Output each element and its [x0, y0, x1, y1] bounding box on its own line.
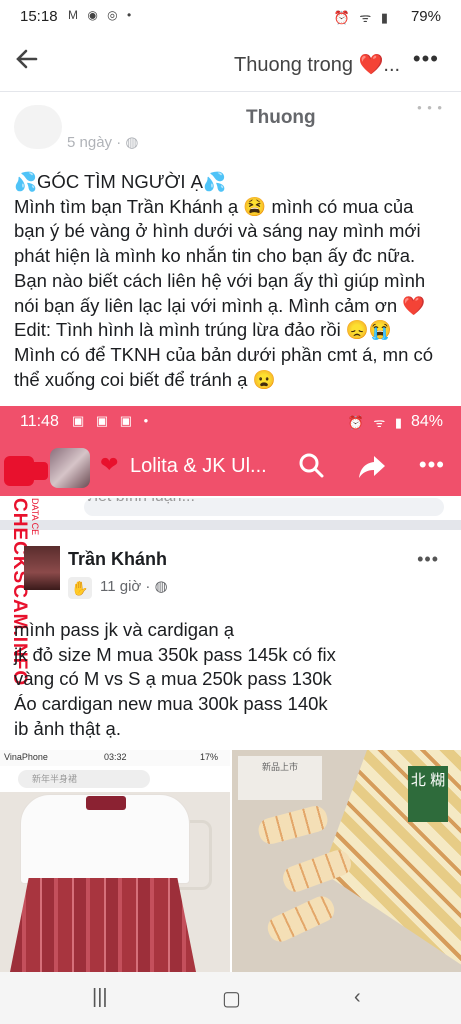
post-body: 💦GÓC TÌM NGƯỜI Ạ💦 Mình tìm bạn Trần Khán… — [14, 170, 456, 392]
seller-post-line: jk đỏ size M mua 350k pass 145k có fix — [14, 643, 336, 665]
plaid-skirt — [10, 878, 196, 972]
search-icon — [299, 453, 324, 478]
photo-carrier: VinaPhone — [4, 752, 48, 762]
home-icon[interactable]: ▢ — [222, 986, 241, 1011]
post-author[interactable]: Thuong — [246, 107, 316, 129]
red-bow — [86, 796, 126, 810]
navigation-bar: ||| ▢ ‹ — [0, 972, 461, 1024]
attached-screenshot[interactable]: 11:48 ▣ ▣ ▣ • ⏰ ᯤ ▮ 84% ❤ Lolita & JK Ul… — [0, 406, 461, 972]
photo-search-bar: 新年半身裙 — [18, 770, 150, 788]
seller-post-options-icon: ••• — [417, 549, 439, 569]
heart-icon: ❤ — [100, 452, 119, 477]
post-meta: 5 ngày · ◍ — [67, 133, 138, 151]
share-icon — [359, 456, 385, 478]
watermark-lock-icon — [28, 462, 48, 480]
screenshot-battery: 84% — [410, 413, 443, 430]
seller-post-line: ib ảnh thật ạ. — [14, 717, 121, 739]
photo-battery: 17% — [200, 752, 219, 762]
bow-tie — [255, 803, 331, 847]
post-line: Mình tìm bạn Trần Khánh ạ 😫 mình có mua … — [14, 195, 414, 217]
photo-banner: 新品上市 — [238, 756, 322, 800]
section-divider — [0, 520, 461, 530]
group-more-icon: ••• — [418, 452, 445, 477]
seller-post-time: 11 giờ · — [100, 578, 151, 595]
seller-avatar — [24, 546, 60, 590]
photo-yellow-plaid: 新品上市 北 糊 — [232, 750, 461, 972]
group-avatar — [50, 448, 90, 488]
bow-tie — [279, 846, 355, 896]
watermark-subtext: DATA CE — [30, 498, 40, 536]
app-bar: Thuong trong ❤️... ••• — [0, 34, 461, 92]
photo-red-skirt: VinaPhone 03:32 17% 新年半身裙 — [0, 750, 230, 972]
screenshot-status-time: 11:48 — [20, 413, 59, 430]
wave-badge-icon: ✋ — [68, 577, 92, 599]
screenshot-status-bar: 11:48 ▣ ▣ ▣ • ⏰ ᯤ ▮ 84% — [0, 406, 461, 440]
seller-post-meta: 11 giờ · ◍ — [100, 577, 168, 595]
screenshot-notification-icons: ▣ ▣ ▣ • — [72, 413, 153, 428]
post-line: nói bạn ấy liên lạc lại với mình ạ. Mình… — [14, 294, 426, 316]
nav-back-icon[interactable]: ‹ — [354, 986, 361, 1009]
seller-post-body: mình pass jk và cardigan ạ jk đỏ size M … — [14, 618, 454, 742]
seller-name: Trần Khánh — [68, 549, 168, 569]
seller-post-line: mình pass jk và cardigan ạ — [14, 619, 235, 640]
post-line: Bạn nào biết cách liên hệ với bạn ấy thì… — [14, 269, 426, 291]
post-time: 5 ngày · — [67, 134, 122, 151]
status-time: 15:18 — [20, 8, 58, 25]
globe-icon: ◍ — [154, 578, 168, 595]
photo-time: 03:32 — [104, 752, 127, 762]
seller-post-line: Áo cardigan new mua 300k pass 140k — [14, 693, 328, 715]
bow-tie — [263, 892, 339, 946]
post-line: 💦GÓC TÌM NGƯỜI Ạ💦 — [14, 171, 227, 192]
battery-level: 79% — [410, 8, 441, 25]
seller-post-line: vàng có M vs S ạ mua 250k pass 130k — [14, 668, 332, 690]
notification-icons: M ◉ ◎ • — [68, 8, 135, 22]
page-title: Thuong trong ❤️... — [234, 54, 401, 76]
back-arrow-icon[interactable] — [14, 46, 44, 76]
author-avatar[interactable] — [14, 105, 62, 149]
globe-icon: ◍ — [125, 134, 139, 151]
recent-apps-icon[interactable]: ||| — [92, 986, 108, 1009]
post-line: thể xuống coi biết để tránh ạ 😦 — [14, 368, 276, 390]
group-title: Lolita & JK Ul... — [130, 455, 267, 477]
comment-composer-peek: Viết bình luận... — [84, 498, 444, 516]
screenshot-system-icons: ⏰ ᯤ ▮ — [347, 415, 405, 430]
photo-tag: 北 糊 — [408, 766, 448, 822]
more-options-icon[interactable]: ••• — [413, 46, 439, 72]
post-line: Mình có để TKNH của bản dưới phần cmt á,… — [14, 343, 434, 365]
post-line: Edit: Tình hình là mình trúng lừa đảo rồ… — [14, 319, 392, 341]
post-line: bạn ý bé vàng ở hình dưới và sáng nay mì… — [14, 220, 421, 242]
status-bar: 15:18 M ◉ ◎ • ⏰ ᯤ ▮ 79% — [0, 0, 461, 34]
group-app-bar: ❤ Lolita & JK Ul... ••• — [0, 440, 461, 496]
system-icons: ⏰ ᯤ ▮ — [333, 10, 391, 25]
post-line: phát hiện là mình ko nhắn tin cho bạn ấy… — [14, 245, 416, 267]
post-options-icon[interactable]: • • • — [417, 100, 443, 115]
photo-status-bar: VinaPhone 03:32 17% — [0, 750, 230, 766]
